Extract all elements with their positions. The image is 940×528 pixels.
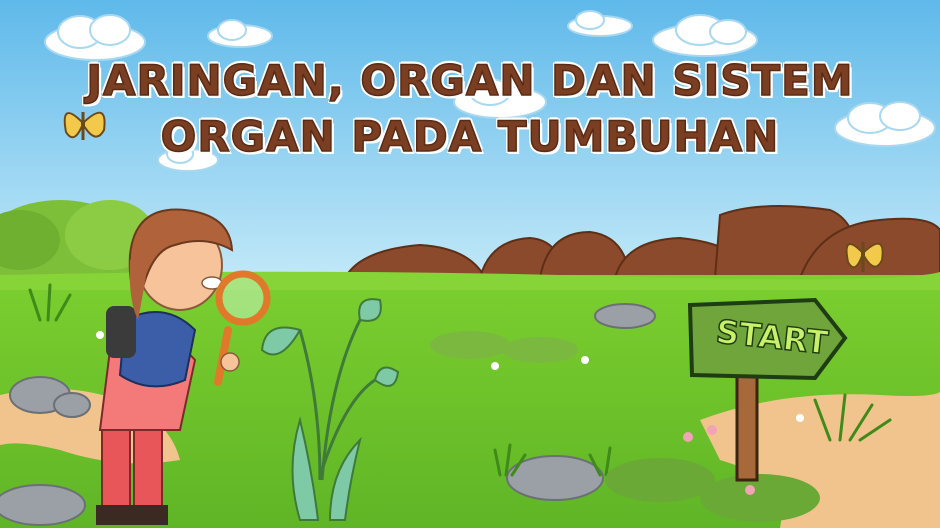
- start-button[interactable]: [688, 296, 848, 380]
- page-title-line-2: ORGAN PADA TUMBUHAN: [160, 112, 780, 161]
- game-scene: JARINGAN, ORGAN DAN SISTEM ORGAN PADA TU…: [0, 0, 940, 528]
- page-title-line-1: JARINGAN, ORGAN DAN SISTEM: [86, 56, 854, 105]
